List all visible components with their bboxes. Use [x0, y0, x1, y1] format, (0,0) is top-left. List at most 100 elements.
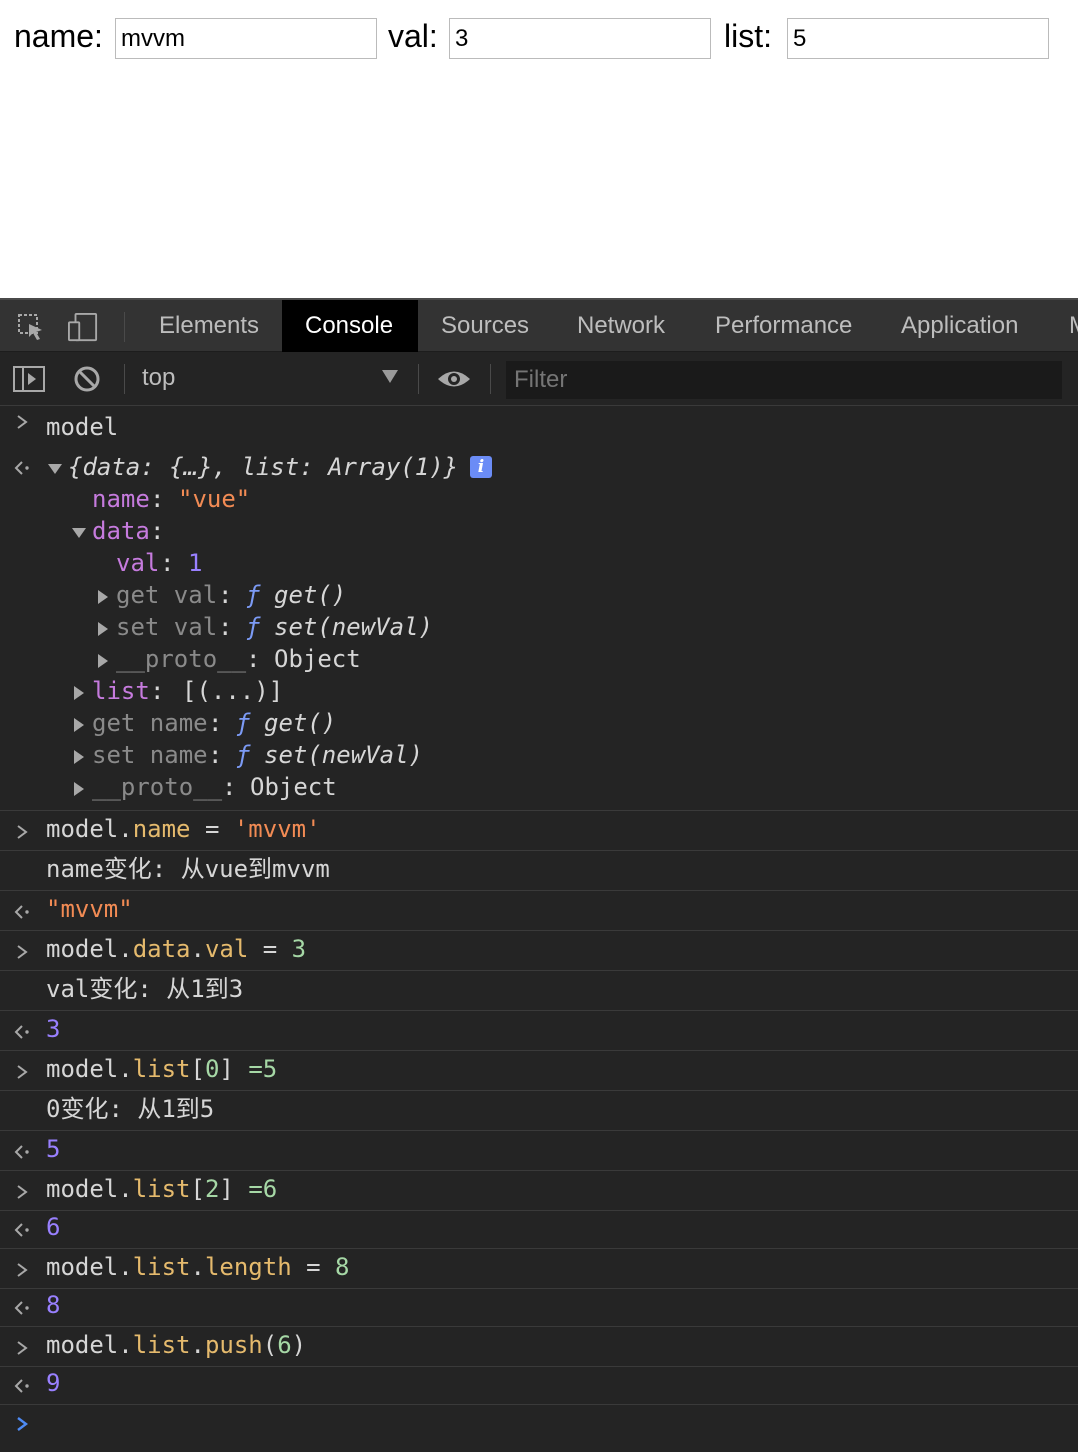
- expand-arrow-icon[interactable]: [72, 528, 86, 538]
- tree-colon: :: [218, 613, 233, 641]
- row-separator: [0, 890, 1078, 891]
- info-icon[interactable]: i: [470, 456, 492, 478]
- tree-colon: :: [218, 581, 233, 609]
- result-arrow-icon: [14, 1145, 29, 1159]
- row-separator: [0, 1130, 1078, 1131]
- input-prompt-icon: [17, 1341, 28, 1355]
- result-arrow-icon: [14, 1025, 29, 1039]
- name-label: name:: [14, 18, 103, 54]
- input-prompt-icon: [17, 1263, 28, 1277]
- function-icon: ƒ: [246, 581, 261, 609]
- row-separator: [0, 1248, 1078, 1249]
- tree-key: list: [92, 677, 150, 705]
- tree-value-function: set(newVal): [274, 613, 433, 641]
- tree-key: set val: [116, 613, 218, 641]
- tree-colon: :: [208, 741, 223, 769]
- row-separator: [0, 930, 1078, 931]
- input-prompt-icon: [17, 1185, 28, 1199]
- input-prompt-icon: [17, 825, 28, 839]
- console-input: model: [46, 413, 119, 441]
- collapsed-arrow-icon[interactable]: [74, 750, 84, 764]
- tree-colon: :: [246, 645, 261, 673]
- name-input[interactable]: [115, 18, 377, 59]
- console-log: val变化: 从1到3: [46, 975, 244, 1003]
- row-separator: [0, 1210, 1078, 1211]
- function-icon: ƒ: [236, 709, 251, 737]
- devtools-panel: Elements Console Sources Network Perform…: [0, 298, 1078, 1452]
- row-separator: [0, 1050, 1078, 1051]
- console-result: 6: [46, 1213, 61, 1241]
- console-input-field[interactable]: [40, 1408, 1070, 1444]
- row-separator: [0, 1326, 1078, 1327]
- context-selector[interactable]: top: [142, 364, 175, 392]
- tab-elements[interactable]: Elements: [136, 300, 282, 352]
- tree-colon: :: [150, 485, 165, 513]
- console-prompt-icon[interactable]: [14, 1416, 30, 1432]
- clear-console-icon[interactable]: [72, 364, 102, 394]
- tree-key: __proto__: [92, 773, 223, 801]
- collapsed-arrow-icon[interactable]: [98, 654, 108, 668]
- collapsed-arrow-icon[interactable]: [98, 622, 108, 636]
- row-separator: [0, 1404, 1078, 1405]
- console-input: model.list.length = 8: [46, 1253, 350, 1281]
- console-log: name变化: 从vue到mvvm: [46, 855, 330, 883]
- tree-key: get val: [116, 581, 218, 609]
- console-input: model.list[2] =6: [46, 1175, 278, 1203]
- console-output: model {data: {…}, list: Array(1)} i name…: [0, 406, 1078, 1452]
- tab-sources[interactable]: Sources: [418, 300, 552, 352]
- console-result: 5: [46, 1135, 61, 1163]
- tree-colon: :: [222, 773, 237, 801]
- page-area: name: val: list:: [0, 0, 1078, 298]
- tree-colon: :: [150, 677, 165, 705]
- filter-input[interactable]: [506, 361, 1062, 399]
- expand-arrow-icon[interactable]: [48, 464, 62, 474]
- console-input: model.name = 'mvvm': [46, 815, 321, 843]
- device-toolbar-icon[interactable]: [68, 312, 98, 342]
- inspect-element-icon[interactable]: [16, 312, 46, 342]
- collapsed-arrow-icon[interactable]: [98, 590, 108, 604]
- tree-value-function: get(): [264, 709, 337, 737]
- collapsed-arrow-icon[interactable]: [74, 718, 84, 732]
- object-summary[interactable]: {data: {…}, list: Array(1)}: [68, 452, 458, 482]
- tree-key: data: [92, 517, 150, 545]
- list-input[interactable]: [787, 18, 1049, 59]
- tree-key: get name: [92, 709, 208, 737]
- result-arrow-icon: [14, 461, 29, 475]
- tree-value: [(...)]: [182, 677, 284, 705]
- val-label: val:: [388, 18, 438, 54]
- chevron-down-icon[interactable]: [382, 370, 398, 383]
- console-result: 9: [46, 1369, 61, 1397]
- row-separator: [0, 1366, 1078, 1367]
- tree-value-function: set(newVal): [264, 741, 423, 769]
- function-icon: ƒ: [236, 741, 251, 769]
- tree-value-string: "vue": [178, 485, 251, 513]
- collapsed-arrow-icon[interactable]: [74, 686, 84, 700]
- toolbar-divider: [124, 364, 125, 394]
- row-separator: [0, 1010, 1078, 1011]
- tab-console[interactable]: Console: [282, 300, 418, 352]
- collapsed-arrow-icon[interactable]: [74, 782, 84, 796]
- val-input[interactable]: [449, 18, 711, 59]
- row-separator: [0, 1170, 1078, 1171]
- eye-icon[interactable]: [436, 364, 472, 394]
- tab-application[interactable]: Application: [878, 300, 1041, 352]
- tab-performance[interactable]: Performance: [692, 300, 875, 352]
- console-input: model.list[0] =5: [46, 1055, 278, 1083]
- row-separator: [0, 1090, 1078, 1091]
- console-result: 8: [46, 1291, 61, 1319]
- tab-network[interactable]: Network: [554, 300, 688, 352]
- console-input: model.list.push(6): [46, 1331, 307, 1359]
- console-input: model.data.val = 3: [46, 935, 307, 963]
- devtools-tab-bar: Elements Console Sources Network Perform…: [0, 298, 1078, 352]
- input-prompt-icon: [17, 1065, 28, 1079]
- row-separator: [0, 970, 1078, 971]
- result-arrow-icon: [14, 1223, 29, 1237]
- row-separator: [0, 810, 1078, 811]
- tab-memory-truncated[interactable]: M: [1046, 300, 1078, 352]
- list-label: list:: [724, 18, 772, 54]
- sidebar-toggle-icon[interactable]: [12, 364, 46, 394]
- tree-key: name: [92, 485, 150, 513]
- input-prompt-icon: [17, 945, 28, 959]
- toolbar-divider: [418, 364, 419, 394]
- tree-colon: :: [208, 709, 223, 737]
